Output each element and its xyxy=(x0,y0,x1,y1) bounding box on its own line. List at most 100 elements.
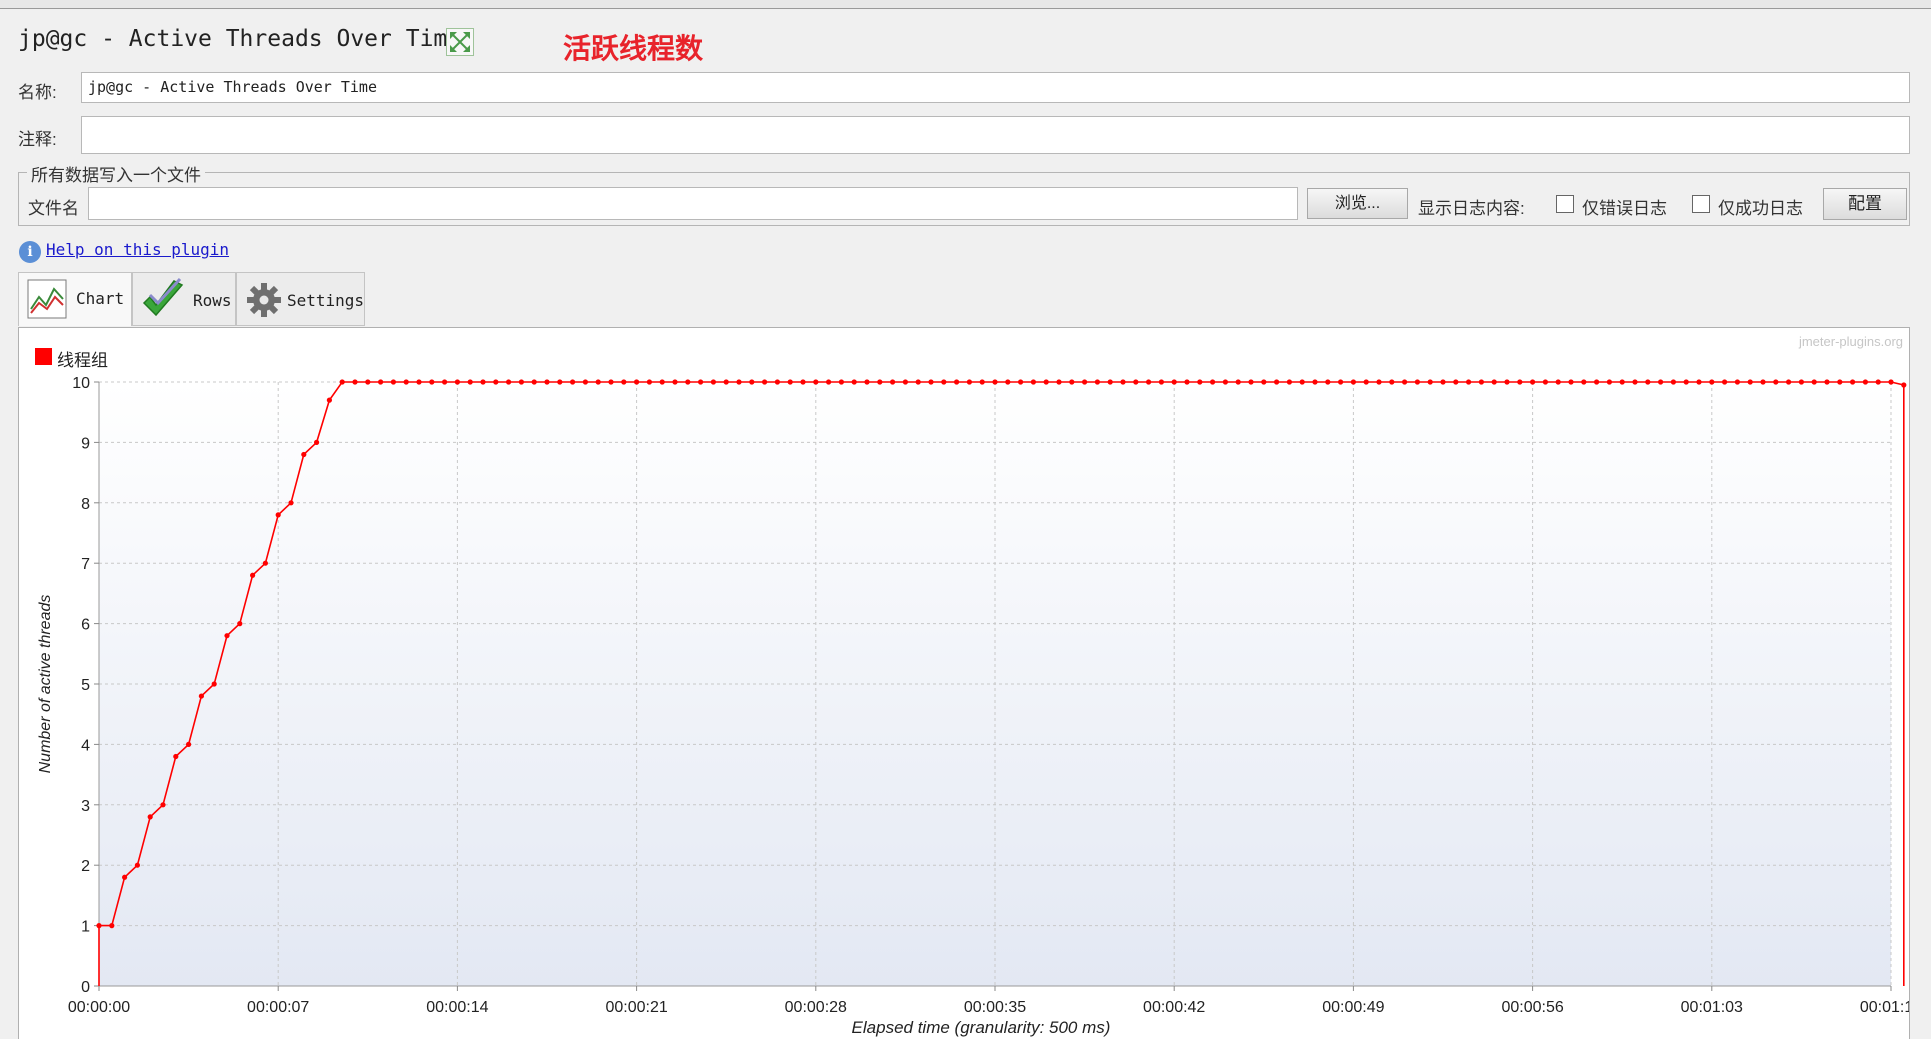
x-tick-label: 00:00:21 xyxy=(605,999,667,1016)
data-point xyxy=(403,379,409,385)
data-point xyxy=(1248,379,1254,385)
data-point xyxy=(595,379,601,385)
x-tick-label: 00:01:03 xyxy=(1681,999,1743,1016)
data-point xyxy=(877,379,883,385)
tab-rows[interactable]: Rows xyxy=(132,272,236,326)
data-point xyxy=(1760,379,1766,385)
tab-rows-label: Rows xyxy=(193,291,232,310)
data-point xyxy=(659,379,665,385)
data-point xyxy=(1325,379,1331,385)
help-link[interactable]: Help on this plugin xyxy=(46,240,229,259)
data-point xyxy=(1811,379,1817,385)
y-tick-label: 5 xyxy=(81,677,90,694)
data-point xyxy=(506,379,512,385)
name-field[interactable]: jp@gc - Active Threads Over Time xyxy=(81,72,1910,103)
data-point xyxy=(147,814,153,820)
data-point xyxy=(1862,379,1868,385)
data-point xyxy=(582,379,589,385)
data-point xyxy=(378,379,384,385)
x-axis-label: Elapsed time (granularity: 500 ms) xyxy=(852,1018,1111,1037)
y-tick-label: 3 xyxy=(81,798,90,815)
data-point xyxy=(1670,379,1676,385)
chart-panel: jmeter-plugins.org 线程组 0 1 2 3 4 5 6 7 8 9 10 00:0… xyxy=(18,327,1910,1039)
data-point xyxy=(634,379,640,385)
configure-button[interactable]: 配置 xyxy=(1823,188,1907,220)
data-point xyxy=(928,379,934,385)
comment-field[interactable] xyxy=(81,116,1910,154)
data-point xyxy=(1286,379,1292,385)
data-point xyxy=(915,379,921,385)
data-point xyxy=(262,560,268,566)
data-point xyxy=(1491,379,1497,385)
data-point xyxy=(1133,379,1139,385)
data-point xyxy=(1850,379,1856,385)
data-point xyxy=(352,379,358,385)
data-point xyxy=(646,379,653,385)
data-point xyxy=(467,379,473,385)
tab-settings[interactable]: Settings xyxy=(236,272,365,326)
data-point xyxy=(122,874,128,880)
annotation-label: 活跃线程数 xyxy=(563,33,704,64)
data-point xyxy=(1696,379,1702,385)
x-tick-label: 00:00:42 xyxy=(1143,999,1205,1016)
data-point xyxy=(1158,379,1164,385)
errors-only-label: 仅错误日志 xyxy=(1582,199,1667,218)
data-point xyxy=(224,633,230,639)
data-point xyxy=(826,379,832,385)
data-point xyxy=(186,741,192,747)
y-tick-label: 10 xyxy=(72,375,90,392)
data-point xyxy=(698,379,704,385)
data-point xyxy=(1530,379,1536,385)
x-tick-label: 00:00:07 xyxy=(247,999,309,1016)
data-point xyxy=(1376,379,1382,385)
data-point xyxy=(314,439,320,445)
data-point xyxy=(979,379,985,385)
browse-button[interactable]: 浏览... xyxy=(1307,188,1408,219)
data-point xyxy=(864,379,870,385)
data-point xyxy=(1581,379,1587,385)
data-point xyxy=(275,512,281,518)
data-point xyxy=(160,802,166,808)
data-point xyxy=(1504,379,1510,385)
data-point xyxy=(1632,379,1638,385)
success-only-checkbox[interactable] xyxy=(1692,195,1710,213)
data-point xyxy=(1261,379,1267,385)
data-point xyxy=(1005,379,1011,385)
errors-only-checkbox[interactable] xyxy=(1556,195,1574,213)
data-point xyxy=(1082,379,1088,385)
gear-icon xyxy=(246,282,282,323)
data-point xyxy=(1440,379,1446,385)
data-point xyxy=(1338,379,1344,385)
filename-field[interactable] xyxy=(88,187,1298,220)
data-point xyxy=(250,572,256,578)
expand-icon[interactable] xyxy=(446,28,474,56)
y-tick-label: 2 xyxy=(81,858,90,875)
data-point xyxy=(1568,379,1574,385)
x-tick-label: 00:00:28 xyxy=(785,999,847,1016)
x-tick-label: 00:00:35 xyxy=(964,999,1026,1016)
data-point xyxy=(365,379,371,385)
data-point xyxy=(1235,379,1241,385)
data-point xyxy=(1184,379,1190,385)
comment-label: 注释: xyxy=(18,130,57,149)
data-point xyxy=(608,379,614,385)
checkmark-icon xyxy=(140,277,186,328)
data-point xyxy=(96,923,102,929)
data-point xyxy=(1120,379,1126,385)
y-tick-label: 1 xyxy=(81,919,90,936)
data-point xyxy=(518,379,524,385)
data-point xyxy=(339,379,345,385)
data-point xyxy=(1389,379,1395,385)
info-icon: i xyxy=(19,241,41,263)
data-point xyxy=(429,379,435,385)
data-point xyxy=(851,379,857,385)
tab-chart[interactable]: Chart xyxy=(18,272,132,326)
y-tick-label: 6 xyxy=(81,617,90,634)
data-point xyxy=(198,693,204,699)
y-tick-label: 9 xyxy=(81,435,90,452)
data-point xyxy=(1786,379,1792,385)
data-point xyxy=(1414,379,1420,385)
y-axis-label: Number of active threads xyxy=(37,595,54,774)
data-point xyxy=(1274,379,1280,385)
data-point xyxy=(992,379,998,385)
